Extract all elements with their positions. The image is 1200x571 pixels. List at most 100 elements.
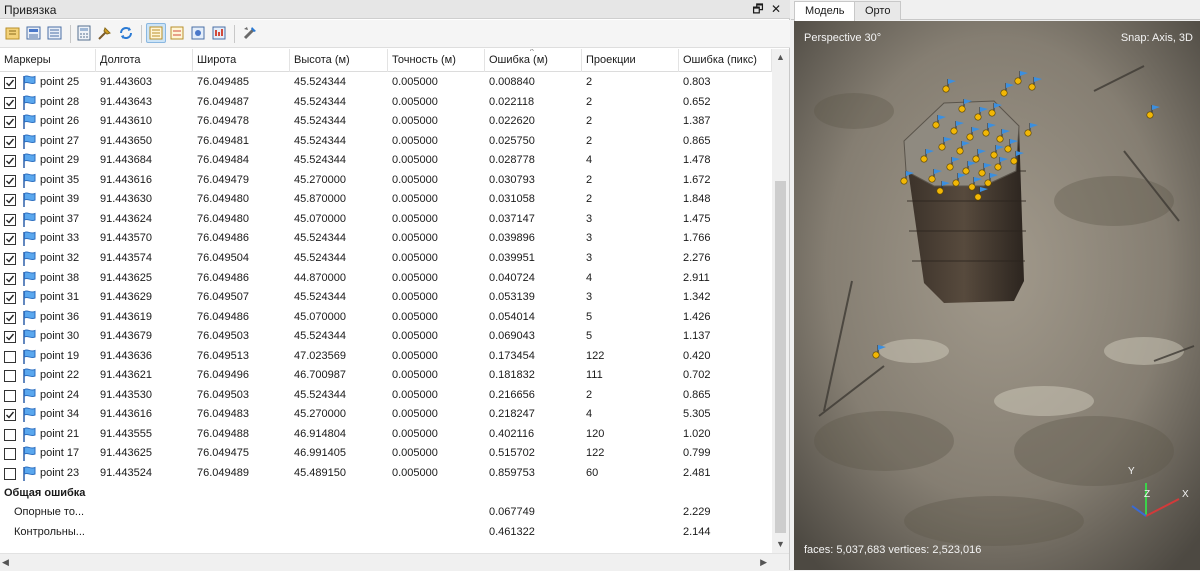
marker-checkbox[interactable] — [4, 311, 16, 324]
marker-checkbox[interactable] — [4, 135, 16, 148]
error-pix-cell: 1.342 — [683, 291, 711, 304]
marker-checkbox[interactable] — [4, 389, 16, 402]
marker-checkbox[interactable] — [4, 155, 16, 168]
projections-cell: 4 — [586, 271, 593, 284]
col-longitude[interactable]: Долгота — [96, 49, 193, 72]
col-latitude[interactable]: Широта — [193, 49, 290, 72]
table-row[interactable]: point 24 91.443530 76.049503 45.524344 0.005… — [0, 386, 772, 406]
tab-ortho[interactable]: Орто — [854, 1, 902, 20]
col-markers[interactable]: Маркеры — [0, 49, 96, 72]
markers-view-icon[interactable] — [146, 23, 166, 43]
refresh-icon[interactable] — [116, 23, 136, 43]
marker-checkbox[interactable] — [4, 409, 16, 422]
marker-checkbox[interactable] — [4, 116, 16, 129]
col-error-pix[interactable]: Ошибка (пикс) — [679, 49, 772, 72]
marker-checkbox[interactable] — [4, 252, 16, 265]
scroll-up-icon[interactable]: ▲ — [772, 49, 789, 66]
table-row[interactable]: point 27 91.443650 76.049481 45.524344 0.005… — [0, 132, 772, 152]
table-row[interactable]: point 29 91.443684 76.049484 45.524344 0.005… — [0, 151, 772, 171]
accuracy-cell: 0.005000 — [392, 291, 438, 304]
import-icon[interactable] — [3, 23, 23, 43]
table-row[interactable]: point 23 91.443524 76.049489 45.489150 0.005… — [0, 464, 772, 484]
marker-checkbox[interactable] — [4, 96, 16, 109]
marker-checkbox[interactable] — [4, 77, 16, 89]
marker-name[interactable]: point 31 — [40, 288, 79, 308]
marker-name[interactable]: point 32 — [40, 249, 79, 269]
col-accuracy[interactable]: Точность (м) — [388, 49, 485, 72]
scroll-down-icon[interactable]: ▼ — [772, 536, 789, 553]
marker-checkbox[interactable] — [4, 213, 16, 226]
marker-name[interactable]: point 37 — [40, 210, 79, 230]
marker-checkbox[interactable] — [4, 370, 16, 383]
table-row[interactable]: point 17 91.443625 76.049475 46.991405 0.005… — [0, 444, 772, 464]
horizontal-scrollbar[interactable]: ◀ ▶ — [0, 553, 789, 570]
marker-name[interactable]: point 39 — [40, 190, 79, 210]
table-row[interactable]: point 21 91.443555 76.049488 46.914804 0.005… — [0, 425, 772, 445]
table-row[interactable]: point 32 91.443574 76.049504 45.524344 0.005… — [0, 249, 772, 269]
marker-name[interactable]: point 29 — [40, 151, 79, 171]
marker-name[interactable]: point 19 — [40, 347, 79, 367]
col-altitude[interactable]: Высота (м) — [290, 49, 388, 72]
float-panel-button[interactable]: 🗗 — [750, 1, 766, 17]
marker-checkbox[interactable] — [4, 194, 16, 207]
longitude-cell: 91.443621 — [100, 369, 152, 382]
marker-name[interactable]: point 17 — [40, 444, 79, 464]
marker-name[interactable]: point 21 — [40, 425, 79, 445]
export-icon[interactable] — [24, 23, 44, 43]
vertical-scrollbar[interactable]: ▲ ▼ — [772, 49, 789, 553]
marker-name[interactable]: point 26 — [40, 112, 79, 132]
table-row[interactable]: point 33 91.443570 76.049486 45.524344 0.005… — [0, 229, 772, 249]
export-markers-icon[interactable] — [45, 23, 65, 43]
table-row[interactable]: point 38 91.443625 76.049486 44.870000 0.005… — [0, 269, 772, 289]
marker-name[interactable]: point 34 — [40, 405, 79, 425]
table-row[interactable]: point 19 91.443636 76.049513 47.023569 0.005… — [0, 347, 772, 367]
model-viewport[interactable]: Perspective 30° Snap: Axis, 3D faces: 5,… — [794, 21, 1200, 570]
marker-name[interactable]: point 24 — [40, 386, 79, 406]
marker-checkbox[interactable] — [4, 350, 16, 363]
marker-name[interactable]: point 33 — [40, 229, 79, 249]
table-row[interactable]: point 36 91.443619 76.049486 45.070000 0.005… — [0, 308, 772, 328]
marker-name[interactable]: point 27 — [40, 132, 79, 152]
marker-name[interactable]: point 22 — [40, 366, 79, 386]
scroll-right-icon[interactable]: ▶ — [760, 554, 767, 571]
table-row[interactable]: point 26 91.443610 76.049478 45.524344 0.005… — [0, 112, 772, 132]
table-row[interactable]: point 34 91.443616 76.049483 45.270000 0.005… — [0, 405, 772, 425]
marker-checkbox[interactable] — [4, 331, 16, 344]
scroll-left-icon[interactable]: ◀ — [2, 554, 9, 571]
accuracy-cell: 0.005000 — [392, 447, 438, 460]
marker-checkbox[interactable] — [4, 428, 16, 441]
marker-checkbox[interactable] — [4, 272, 16, 285]
marker-checkbox[interactable] — [4, 174, 16, 187]
close-panel-button[interactable]: ✕ — [768, 1, 784, 17]
flag-icon — [21, 270, 38, 287]
table-row[interactable]: point 39 91.443630 76.049480 45.870000 0.005… — [0, 190, 772, 210]
marker-checkbox[interactable] — [4, 292, 16, 305]
calculator-icon[interactable] — [74, 23, 94, 43]
table-row[interactable]: point 30 91.443679 76.049503 45.524344 0.005… — [0, 327, 772, 347]
table-row[interactable]: point 25 91.443603 76.049485 45.524344 0.005… — [0, 73, 772, 93]
table-row[interactable]: point 28 91.443643 76.049487 45.524344 0.005… — [0, 93, 772, 113]
table-row[interactable]: point 37 91.443624 76.049480 45.070000 0.005… — [0, 210, 772, 230]
marker-name[interactable]: point 23 — [40, 464, 79, 484]
marker-checkbox[interactable] — [4, 448, 16, 461]
table-row[interactable]: point 31 91.443629 76.049507 45.524344 0.005… — [0, 288, 772, 308]
tab-model[interactable]: Модель — [794, 1, 856, 21]
marker-checkbox[interactable] — [4, 468, 16, 480]
marker-name[interactable]: point 25 — [40, 73, 79, 93]
table-row[interactable]: point 35 91.443616 76.049479 45.270000 0.005… — [0, 171, 772, 191]
table-row[interactable]: point 22 91.443621 76.049496 46.700987 0.005… — [0, 366, 772, 386]
marker-name[interactable]: point 36 — [40, 308, 79, 328]
pin-icon[interactable] — [95, 23, 115, 43]
view-errors-icon[interactable] — [209, 23, 229, 43]
col-projections[interactable]: Проекции — [582, 49, 679, 72]
marker-name[interactable]: point 38 — [40, 269, 79, 289]
marker-checkbox[interactable] — [4, 233, 16, 246]
scroll-thumb[interactable] — [775, 181, 786, 533]
marker-name[interactable]: point 28 — [40, 93, 79, 113]
marker-name[interactable]: point 35 — [40, 171, 79, 191]
cameras-view-icon[interactable] — [188, 23, 208, 43]
settings-icon[interactable] — [240, 23, 260, 43]
marker-name[interactable]: point 30 — [40, 327, 79, 347]
altitude-cell: 45.489150 — [294, 467, 346, 479]
scale-bars-view-icon[interactable] — [167, 23, 187, 43]
